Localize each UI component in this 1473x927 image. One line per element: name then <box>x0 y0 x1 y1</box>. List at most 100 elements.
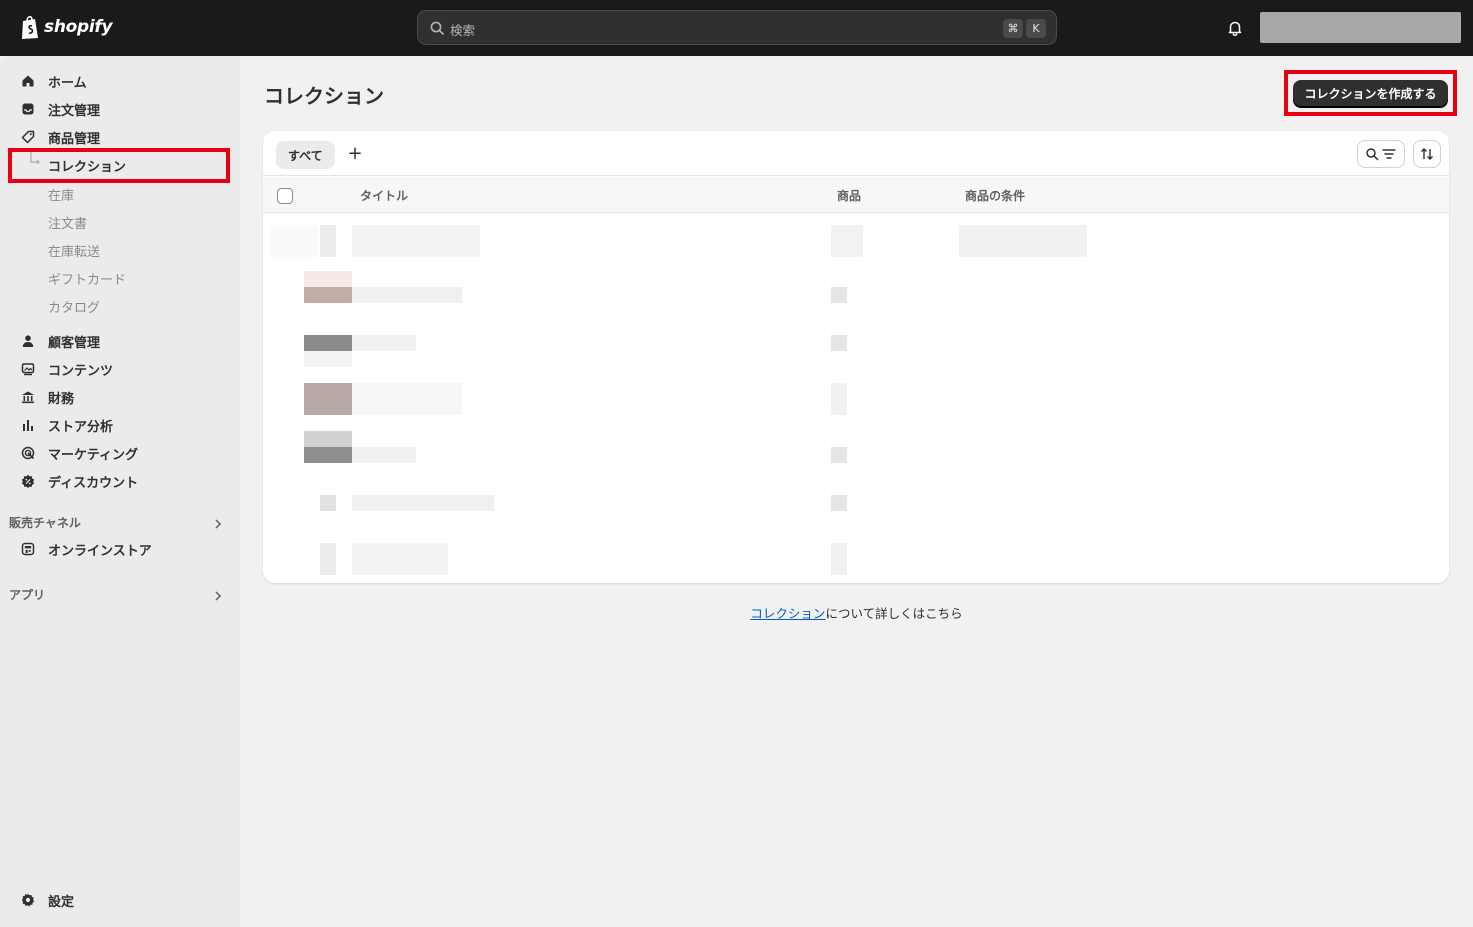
sidebar-item-home[interactable]: ホーム <box>20 69 87 93</box>
table-header: タイトル 商品 商品の条件 <box>263 177 1449 213</box>
sidebar-item-label: ホーム <box>48 75 87 91</box>
column-conditions[interactable]: 商品の条件 <box>965 187 1025 204</box>
sidebar-item-products[interactable]: 商品管理 <box>20 125 100 149</box>
gear-icon <box>20 892 36 908</box>
row-title-redacted <box>352 287 462 303</box>
shopify-logo[interactable]: shopify <box>20 14 113 40</box>
sidebar: ホーム 注文管理 商品管理 コレクション 在庫 注文書 在庫転送 ギフトカード … <box>0 56 240 927</box>
row-thumbnail <box>304 383 352 415</box>
store-account-menu[interactable] <box>1260 12 1461 43</box>
store-icon <box>20 541 36 557</box>
sidebar-item-label: 顧客管理 <box>48 335 101 351</box>
row-thumbnail <box>304 287 352 303</box>
content-icon <box>20 361 36 377</box>
shopify-bag-icon <box>22 15 38 39</box>
row-thumbnail <box>304 431 352 447</box>
row-title-redacted <box>352 543 448 575</box>
apps-label: アプリ <box>9 588 46 602</box>
collections-help-link[interactable]: コレクション <box>750 606 825 621</box>
learn-more-rest: について詳しくはこちら <box>825 606 963 621</box>
sidebar-subitem-purchase-orders[interactable]: 注文書 <box>48 211 87 233</box>
row-thumbnail <box>320 225 336 257</box>
tab-all[interactable]: すべて <box>276 141 335 169</box>
home-icon <box>20 73 36 89</box>
bank-icon <box>20 389 36 405</box>
column-products[interactable]: 商品 <box>837 187 861 204</box>
shortcut-cmd-key: ⌘ <box>1003 19 1023 38</box>
column-title[interactable]: タイトル <box>360 187 408 204</box>
target-icon <box>20 445 36 461</box>
search-placeholder: 検索 <box>450 23 476 38</box>
logo-text: shopify <box>44 17 113 37</box>
person-icon <box>20 333 36 349</box>
top-bar: shopify 検索 ⌘ K <box>0 0 1473 56</box>
sort-button[interactable] <box>1413 140 1441 168</box>
row-thumbnail <box>304 335 352 351</box>
sidebar-item-label: 注文管理 <box>48 103 101 119</box>
sidebar-item-label: 設定 <box>48 894 75 910</box>
search-icon <box>430 21 444 35</box>
chevron-right-icon[interactable] <box>212 518 224 530</box>
row-title-redacted <box>352 495 494 511</box>
sidebar-item-finance[interactable]: 財務 <box>20 385 74 409</box>
row-count-redacted <box>831 543 847 575</box>
row-title-redacted <box>352 447 416 463</box>
create-collection-button[interactable]: コレクションを作成する <box>1293 80 1448 107</box>
view-tabs: すべて + <box>263 131 1449 176</box>
sidebar-item-settings[interactable]: 設定 <box>20 888 74 912</box>
page-title: コレクション <box>264 84 384 108</box>
chevron-right-icon[interactable] <box>212 590 224 602</box>
sidebar-item-orders[interactable]: 注文管理 <box>20 97 100 121</box>
table-rows <box>263 213 1439 575</box>
collections-table-card: すべて + タイトル 商品 商品の条件 <box>263 131 1449 583</box>
table-row[interactable] <box>271 225 319 257</box>
row-count-redacted <box>831 225 863 257</box>
sidebar-subitem-transfers[interactable]: 在庫転送 <box>48 239 100 261</box>
search-filter-button[interactable] <box>1357 140 1405 168</box>
row-title-redacted <box>352 335 416 351</box>
sidebar-subitem-gift-cards[interactable]: ギフトカード <box>48 267 126 289</box>
row-title-redacted <box>352 225 480 257</box>
row-conditions-redacted <box>959 225 1087 257</box>
search-icon <box>1366 148 1379 161</box>
sidebar-item-label: オンラインストア <box>48 543 152 559</box>
bar-chart-icon <box>20 417 36 433</box>
row-count-redacted <box>831 447 847 463</box>
learn-more-text: コレクションについて詳しくはこちら <box>0 603 1473 622</box>
search-input[interactable]: 検索 ⌘ K <box>417 10 1057 45</box>
discount-icon <box>20 473 36 489</box>
row-count-redacted <box>831 335 847 351</box>
select-all-checkbox[interactable] <box>277 188 293 204</box>
sidebar-item-discounts[interactable]: ディスカウント <box>20 469 138 493</box>
sales-channels-label: 販売チャネル <box>9 516 81 530</box>
sidebar-item-label: 商品管理 <box>48 131 101 147</box>
row-title-redacted <box>352 383 462 415</box>
sidebar-item-label: 財務 <box>48 391 75 407</box>
notification-bell-icon[interactable] <box>1226 19 1244 37</box>
row-thumbnail <box>304 271 352 287</box>
highlight-box-collections <box>8 148 230 183</box>
sort-icon <box>1421 148 1433 160</box>
sidebar-item-content[interactable]: コンテンツ <box>20 357 113 381</box>
sidebar-item-online-store[interactable]: オンラインストア <box>20 537 152 561</box>
add-view-button[interactable]: + <box>346 143 364 164</box>
row-thumbnail <box>320 543 336 575</box>
sidebar-item-marketing[interactable]: マーケティング <box>20 441 138 465</box>
sidebar-subitem-inventory[interactable]: 在庫 <box>48 183 74 205</box>
inbox-icon <box>20 101 36 117</box>
row-thumbnail <box>304 351 352 367</box>
sidebar-item-analytics[interactable]: ストア分析 <box>20 413 113 437</box>
filter-icon <box>1382 149 1396 159</box>
sidebar-subitem-catalogs[interactable]: カタログ <box>48 295 100 317</box>
row-count-redacted <box>831 383 847 415</box>
sidebar-item-label: コンテンツ <box>48 363 114 379</box>
tag-icon <box>20 129 36 145</box>
sidebar-item-label: マーケティング <box>48 447 138 463</box>
row-count-redacted <box>831 495 847 511</box>
row-count-redacted <box>831 287 847 303</box>
sidebar-item-customers[interactable]: 顧客管理 <box>20 329 100 353</box>
sidebar-item-label: ディスカウント <box>48 475 139 491</box>
row-thumbnail <box>304 447 352 463</box>
row-thumbnail <box>320 495 336 511</box>
sidebar-item-label: ストア分析 <box>48 419 114 435</box>
